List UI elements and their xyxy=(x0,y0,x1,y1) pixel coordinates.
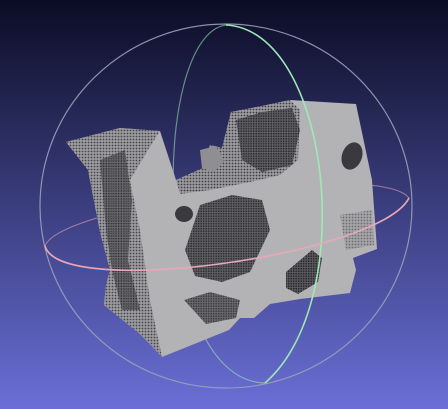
3d-scene[interactable] xyxy=(0,0,448,409)
mesh-edge-right xyxy=(340,210,374,250)
mesh-hole-left xyxy=(175,206,193,222)
3d-viewport[interactable] xyxy=(0,0,448,409)
